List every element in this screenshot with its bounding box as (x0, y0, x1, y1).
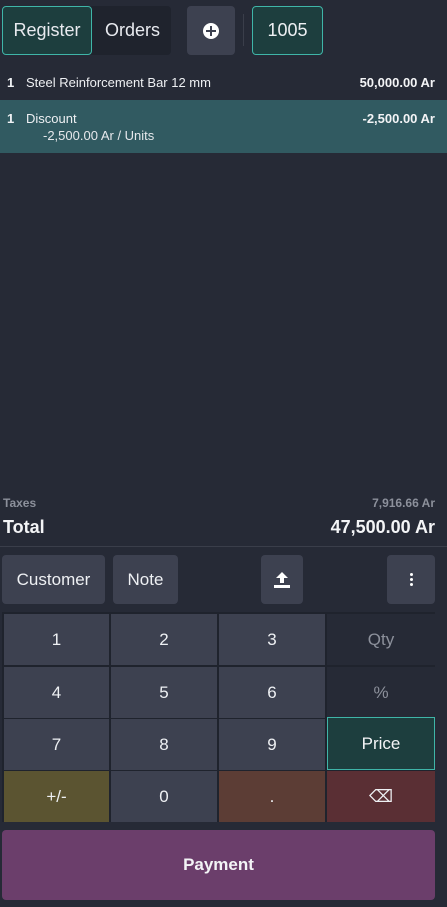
current-order-tab[interactable]: 1005 (252, 6, 323, 55)
total-value: 47,500.00 Ar (330, 517, 435, 537)
note-button[interactable]: Note (113, 555, 178, 604)
numpad-key-decimal[interactable]: . (219, 771, 325, 822)
numpad-key-4[interactable]: 4 (4, 667, 109, 718)
line-qty: 1 (7, 111, 15, 126)
taxes-value: 7,916.66 Ar (372, 496, 435, 510)
numpad-key-6[interactable]: 6 (219, 667, 325, 718)
order-line[interactable]: 1 Steel Reinforcement Bar 12 mm 50,000.0… (0, 64, 447, 100)
tab-orders[interactable]: Orders (94, 6, 171, 55)
more-options-button[interactable] (387, 555, 435, 604)
view-tabs: Register Orders (2, 6, 171, 55)
top-bar: Register Orders 1005 (0, 0, 447, 64)
line-product-name: Steel Reinforcement Bar 12 mm (26, 75, 211, 90)
customer-button[interactable]: Customer (2, 555, 105, 604)
new-order-button[interactable] (187, 6, 235, 55)
line-product-name: Discount (26, 111, 77, 126)
numpad-key-7[interactable]: 7 (4, 719, 109, 770)
plus-circle-icon (203, 22, 219, 39)
numpad-key-1[interactable]: 1 (4, 614, 109, 665)
line-price: 50,000.00 Ar (359, 75, 435, 90)
numpad-key-plus-minus[interactable]: +/- (4, 771, 109, 822)
tab-register[interactable]: Register (2, 6, 92, 55)
numpad-key-2[interactable]: 2 (111, 614, 217, 665)
numpad-key-3[interactable]: 3 (219, 614, 325, 665)
numpad-mode-price[interactable]: Price (327, 717, 435, 770)
numpad-key-8[interactable]: 8 (111, 719, 217, 770)
more-vertical-icon (409, 573, 413, 586)
divider (0, 546, 447, 547)
upload-button[interactable] (261, 555, 303, 604)
line-price: -2,500.00 Ar (362, 111, 435, 126)
line-unit-detail: -2,500.00 Ar / Units (43, 128, 155, 143)
numpad-mode-discount[interactable]: % (327, 667, 435, 718)
order-lines: 1 Steel Reinforcement Bar 12 mm 50,000.0… (0, 64, 447, 153)
payment-button[interactable]: Payment (2, 830, 435, 900)
numpad-key-5[interactable]: 5 (111, 667, 217, 718)
order-line-selected[interactable]: 1 Discount -2,500.00 Ar -2,500.00 Ar / U… (0, 100, 447, 153)
numpad-key-0[interactable]: 0 (111, 771, 217, 822)
numpad-key-backspace[interactable]: ⌫ (327, 771, 435, 822)
line-qty: 1 (7, 75, 15, 90)
upload-icon (274, 571, 290, 588)
divider (243, 14, 244, 46)
numpad: 1 2 3 Qty 4 5 6 % 7 8 9 Price +/- 0 . ⌫ (2, 612, 435, 822)
taxes-label: Taxes (3, 496, 37, 510)
numpad-key-9[interactable]: 9 (219, 719, 325, 770)
numpad-mode-qty[interactable]: Qty (327, 614, 435, 665)
total-label: Total (3, 517, 45, 537)
